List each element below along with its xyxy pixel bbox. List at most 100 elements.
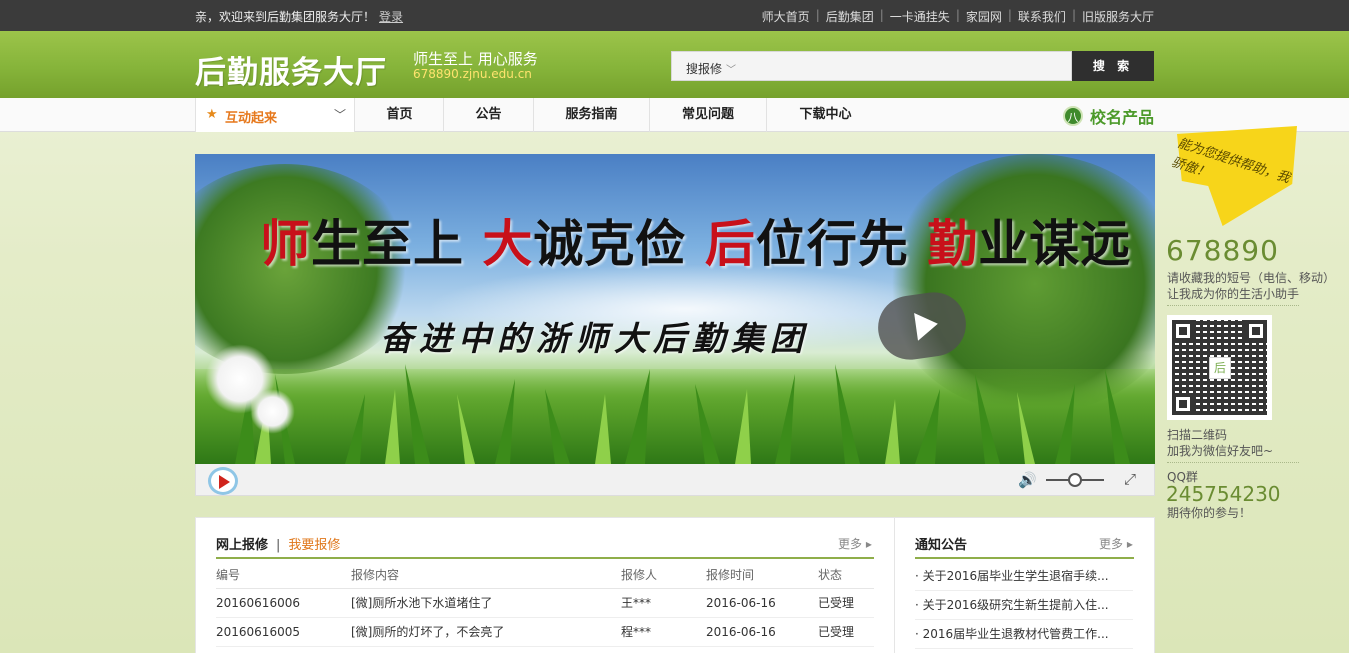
notice-item[interactable]: · 关于2016届毕业生学生退宿手续...: [915, 562, 1133, 591]
search-bar: 搜报修 ﹀ 搜 索: [671, 51, 1154, 81]
logo-slogan: 师生至上 用心服务: [413, 50, 538, 68]
notice-panel: 通知公告 更多 ▸ · 关于2016届毕业生学生退宿手续... · 关于2016…: [894, 517, 1155, 653]
panel-divider: [216, 557, 874, 559]
site-logo[interactable]: 后勤服务大厅: [195, 47, 387, 92]
qq-number: 245754230: [1166, 482, 1281, 506]
slogan-text: 位行先: [755, 214, 928, 273]
slogan-text: 生至上: [311, 214, 483, 273]
table-row[interactable]: 20160616005 [微]厕所的灯坏了，不会亮了 程*** 2016-06-…: [216, 617, 874, 647]
nav-item-home[interactable]: 首页: [356, 98, 444, 132]
col-content: 报修内容: [351, 562, 621, 589]
top-link-separator: |: [1071, 8, 1076, 22]
header: 后勤服务大厅 师生至上 用心服务 678890.zjnu.edu.cn 搜报修 ﹀…: [0, 31, 1349, 98]
search-type-label: 搜报修: [686, 62, 723, 76]
title-separator: |: [276, 538, 281, 553]
qr-finder: [1172, 393, 1194, 415]
short-number-desc: 让我成为你的生活小助手: [1167, 287, 1300, 301]
nav-item-notice[interactable]: 公告: [444, 98, 534, 132]
qr-desc: 扫描二维码: [1167, 428, 1228, 442]
logo-url: 678890.zjnu.edu.cn: [413, 67, 532, 81]
nav-item-faq[interactable]: 常见问题: [650, 98, 767, 132]
fullscreen-icon[interactable]: ⤢: [1124, 470, 1136, 488]
play-icon: [219, 475, 230, 489]
volume-slider-knob[interactable]: [1068, 473, 1082, 487]
table-row[interactable]: 20160616006 [微]厕所水池下水道堵住了 王*** 2016-06-1…: [216, 588, 874, 618]
top-link-card-loss[interactable]: 一卡通挂失: [890, 8, 950, 25]
repair-more-link[interactable]: 更多 ▸: [838, 535, 872, 552]
qr-finder: [1245, 320, 1267, 342]
top-link-logistics[interactable]: 后勤集团: [826, 8, 874, 25]
search-button[interactable]: 搜 索: [1072, 51, 1154, 81]
cell-content[interactable]: [微]厕所的灯坏了，不会亮了: [351, 617, 621, 647]
cell-content[interactable]: [微]厕所水池下水道堵住了: [351, 588, 621, 618]
video-banner[interactable]: 师生至上 大诚克俭 后位行先 勤业谋远 奋进中的浙师大后勤集团: [195, 154, 1155, 464]
nav-item-download[interactable]: 下载中心: [767, 98, 884, 132]
slogan-text: 业谋远: [978, 214, 1132, 273]
dandelion-image: [250, 389, 295, 434]
repair-table: 编号 报修内容 报修人 报修时间 状态 20160616006 [微]厕所水池下…: [216, 562, 874, 647]
panel-divider: [915, 557, 1134, 559]
notice-more-link[interactable]: 更多 ▸: [1099, 535, 1133, 552]
online-repair-panel: 网上报修 | 我要报修 更多 ▸ 编号 报修内容 报修人 报修时间 状态 20160…: [195, 517, 895, 653]
top-link-old-version[interactable]: 旧版服务大厅: [1082, 8, 1154, 25]
repair-title: 网上报修: [216, 538, 269, 553]
short-number: 678890: [1166, 234, 1279, 267]
slogan-red-char: 勤: [927, 214, 979, 273]
search-input[interactable]: [741, 51, 1072, 81]
top-link-separator: |: [879, 8, 884, 22]
brand-products-label: 校名产品: [1090, 108, 1155, 127]
play-button[interactable]: [208, 467, 238, 495]
interact-dropdown[interactable]: ★ 互动起来 ﹀: [195, 98, 355, 132]
slogan-red-char: 师: [260, 214, 311, 273]
video-controls: 🔊 ⤢: [195, 464, 1155, 496]
login-link[interactable]: 登录: [379, 10, 403, 24]
welcome-message: 亲，欢迎来到后勤集团服务大厅！: [195, 10, 376, 24]
qq-desc: 期待你的参与！: [1167, 506, 1252, 520]
cell-time: 2016-06-16: [706, 588, 818, 618]
grass-blades-image: [235, 364, 1130, 464]
cell-status: 已受理: [818, 588, 874, 618]
panel-title: 网上报修 | 我要报修: [216, 534, 340, 553]
notice-item[interactable]: · 关于2016级研究生新生提前入住...: [915, 591, 1133, 620]
top-link-contact[interactable]: 联系我们: [1018, 8, 1066, 25]
col-id: 编号: [216, 562, 351, 589]
divider: [1167, 462, 1299, 463]
help-note: 能为您提供帮助，我骄傲！: [1169, 126, 1309, 234]
volume-icon[interactable]: 🔊: [1018, 471, 1037, 489]
top-bar: 亲，欢迎来到后勤集团服务大厅！ 登录 师大首页 | 后勤集团 | 一卡通挂失 | …: [0, 0, 1349, 31]
main-nav: ★ 互动起来 ﹀ 首页 公告 服务指南 常见问题 下载中心 八 校名产品: [0, 98, 1349, 132]
divider: [1167, 305, 1299, 306]
banner-slogan: 师生至上 大诚克俭 后位行先 勤业谋远: [260, 204, 1131, 276]
star-icon: ★: [206, 107, 218, 122]
cell-status: 已受理: [818, 617, 874, 647]
col-time: 报修时间: [706, 562, 818, 589]
wechat-qr-code: 后: [1167, 315, 1272, 420]
nav-items: 首页 公告 服务指南 常见问题 下载中心: [356, 98, 884, 132]
school-emblem-icon: 八: [1063, 106, 1083, 126]
notice-title: 通知公告: [915, 538, 968, 553]
qr-logo-icon: 后: [1209, 357, 1231, 379]
notice-item[interactable]: · 2016届毕业生退教材代管费工作...: [915, 620, 1133, 649]
table-header-row: 编号 报修内容 报修人 报修时间 状态: [216, 562, 874, 589]
slogan-red-char: 大: [482, 214, 534, 273]
top-links: 师大首页 | 后勤集团 | 一卡通挂失 | 家园网 | 联系我们 | 旧版服务大…: [762, 8, 1154, 25]
play-icon: [914, 309, 940, 341]
top-link-separator: |: [815, 8, 820, 22]
top-link-separator: |: [1007, 8, 1012, 22]
cell-reporter: 王***: [621, 588, 706, 618]
cell-id: 20160616006: [216, 588, 351, 618]
cell-reporter: 程***: [621, 617, 706, 647]
qr-finder: [1172, 320, 1194, 342]
search-type-select[interactable]: 搜报修 ﹀: [671, 51, 741, 81]
col-status: 状态: [818, 562, 874, 589]
cell-time: 2016-06-16: [706, 617, 818, 647]
chevron-down-icon: ﹀: [333, 108, 346, 122]
nav-item-guide[interactable]: 服务指南: [534, 98, 650, 132]
brand-products[interactable]: 八 校名产品: [1063, 104, 1154, 128]
chevron-down-icon: ﹀: [726, 65, 737, 76]
interact-dropdown-label: 互动起来: [225, 111, 278, 126]
report-repair-link[interactable]: 我要报修: [288, 538, 340, 553]
top-link-home-network[interactable]: 家园网: [966, 8, 1002, 25]
top-link-home[interactable]: 师大首页: [762, 8, 810, 25]
qr-desc: 加我为微信好友吧~: [1167, 444, 1274, 458]
